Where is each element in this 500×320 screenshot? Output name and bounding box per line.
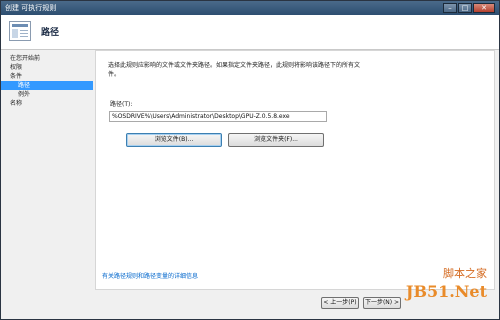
wizard-page-icon xyxy=(9,21,31,41)
path-input[interactable]: %OSDRIVE%\Users\Administrator\Desktop\GP… xyxy=(109,111,327,122)
title-bar: 创建 可执行规则 – □ ✕ xyxy=(1,1,499,15)
maximize-button[interactable]: □ xyxy=(458,3,472,13)
close-button[interactable]: ✕ xyxy=(473,3,495,13)
page-header: 路径 xyxy=(1,15,499,50)
path-label: 路径(T): xyxy=(110,101,133,108)
window-controls: – □ ✕ xyxy=(443,3,495,13)
content-panel: 选择此规则应影响的文件或文件夹路径。如果指定文件夹路径，此规则将影响该路径下的所… xyxy=(95,50,495,290)
sidebar-item-permissions[interactable]: 权限 xyxy=(1,63,93,72)
path-rules-help-link[interactable]: 有关路径规则和路径变量的详细信息 xyxy=(102,271,198,280)
browse-files-button[interactable]: 浏览文件(B)... xyxy=(126,133,222,147)
wizard-window: 创建 可执行规则 – □ ✕ 路径 在您开始前 权限 条件 路径 例外 名称 选… xyxy=(0,0,500,320)
watermark-cn: 脚本之家 xyxy=(443,267,487,280)
back-button[interactable]: < 上一步(P) xyxy=(321,297,359,309)
path-description: 选择此规则应影响的文件或文件夹路径。如果指定文件夹路径，此规则将影响该路径下的所… xyxy=(108,62,361,78)
page-title: 路径 xyxy=(41,28,60,38)
sidebar-item-path[interactable]: 路径 xyxy=(1,81,93,90)
minimize-button[interactable]: – xyxy=(443,3,457,13)
browse-folders-button[interactable]: 浏览文件夹(F)... xyxy=(228,133,324,147)
sidebar-item-name[interactable]: 名称 xyxy=(1,99,93,108)
next-button[interactable]: 下一步(N) > xyxy=(363,297,401,309)
sidebar-item-exceptions[interactable]: 例外 xyxy=(1,90,93,99)
wizard-steps-sidebar: 在您开始前 权限 条件 路径 例外 名称 xyxy=(1,50,93,319)
window-title: 创建 可执行规则 xyxy=(5,4,57,12)
sidebar-item-before-you-begin[interactable]: 在您开始前 xyxy=(1,54,93,63)
sidebar-item-conditions[interactable]: 条件 xyxy=(1,72,93,81)
watermark-site: JB51.Net xyxy=(405,282,487,301)
